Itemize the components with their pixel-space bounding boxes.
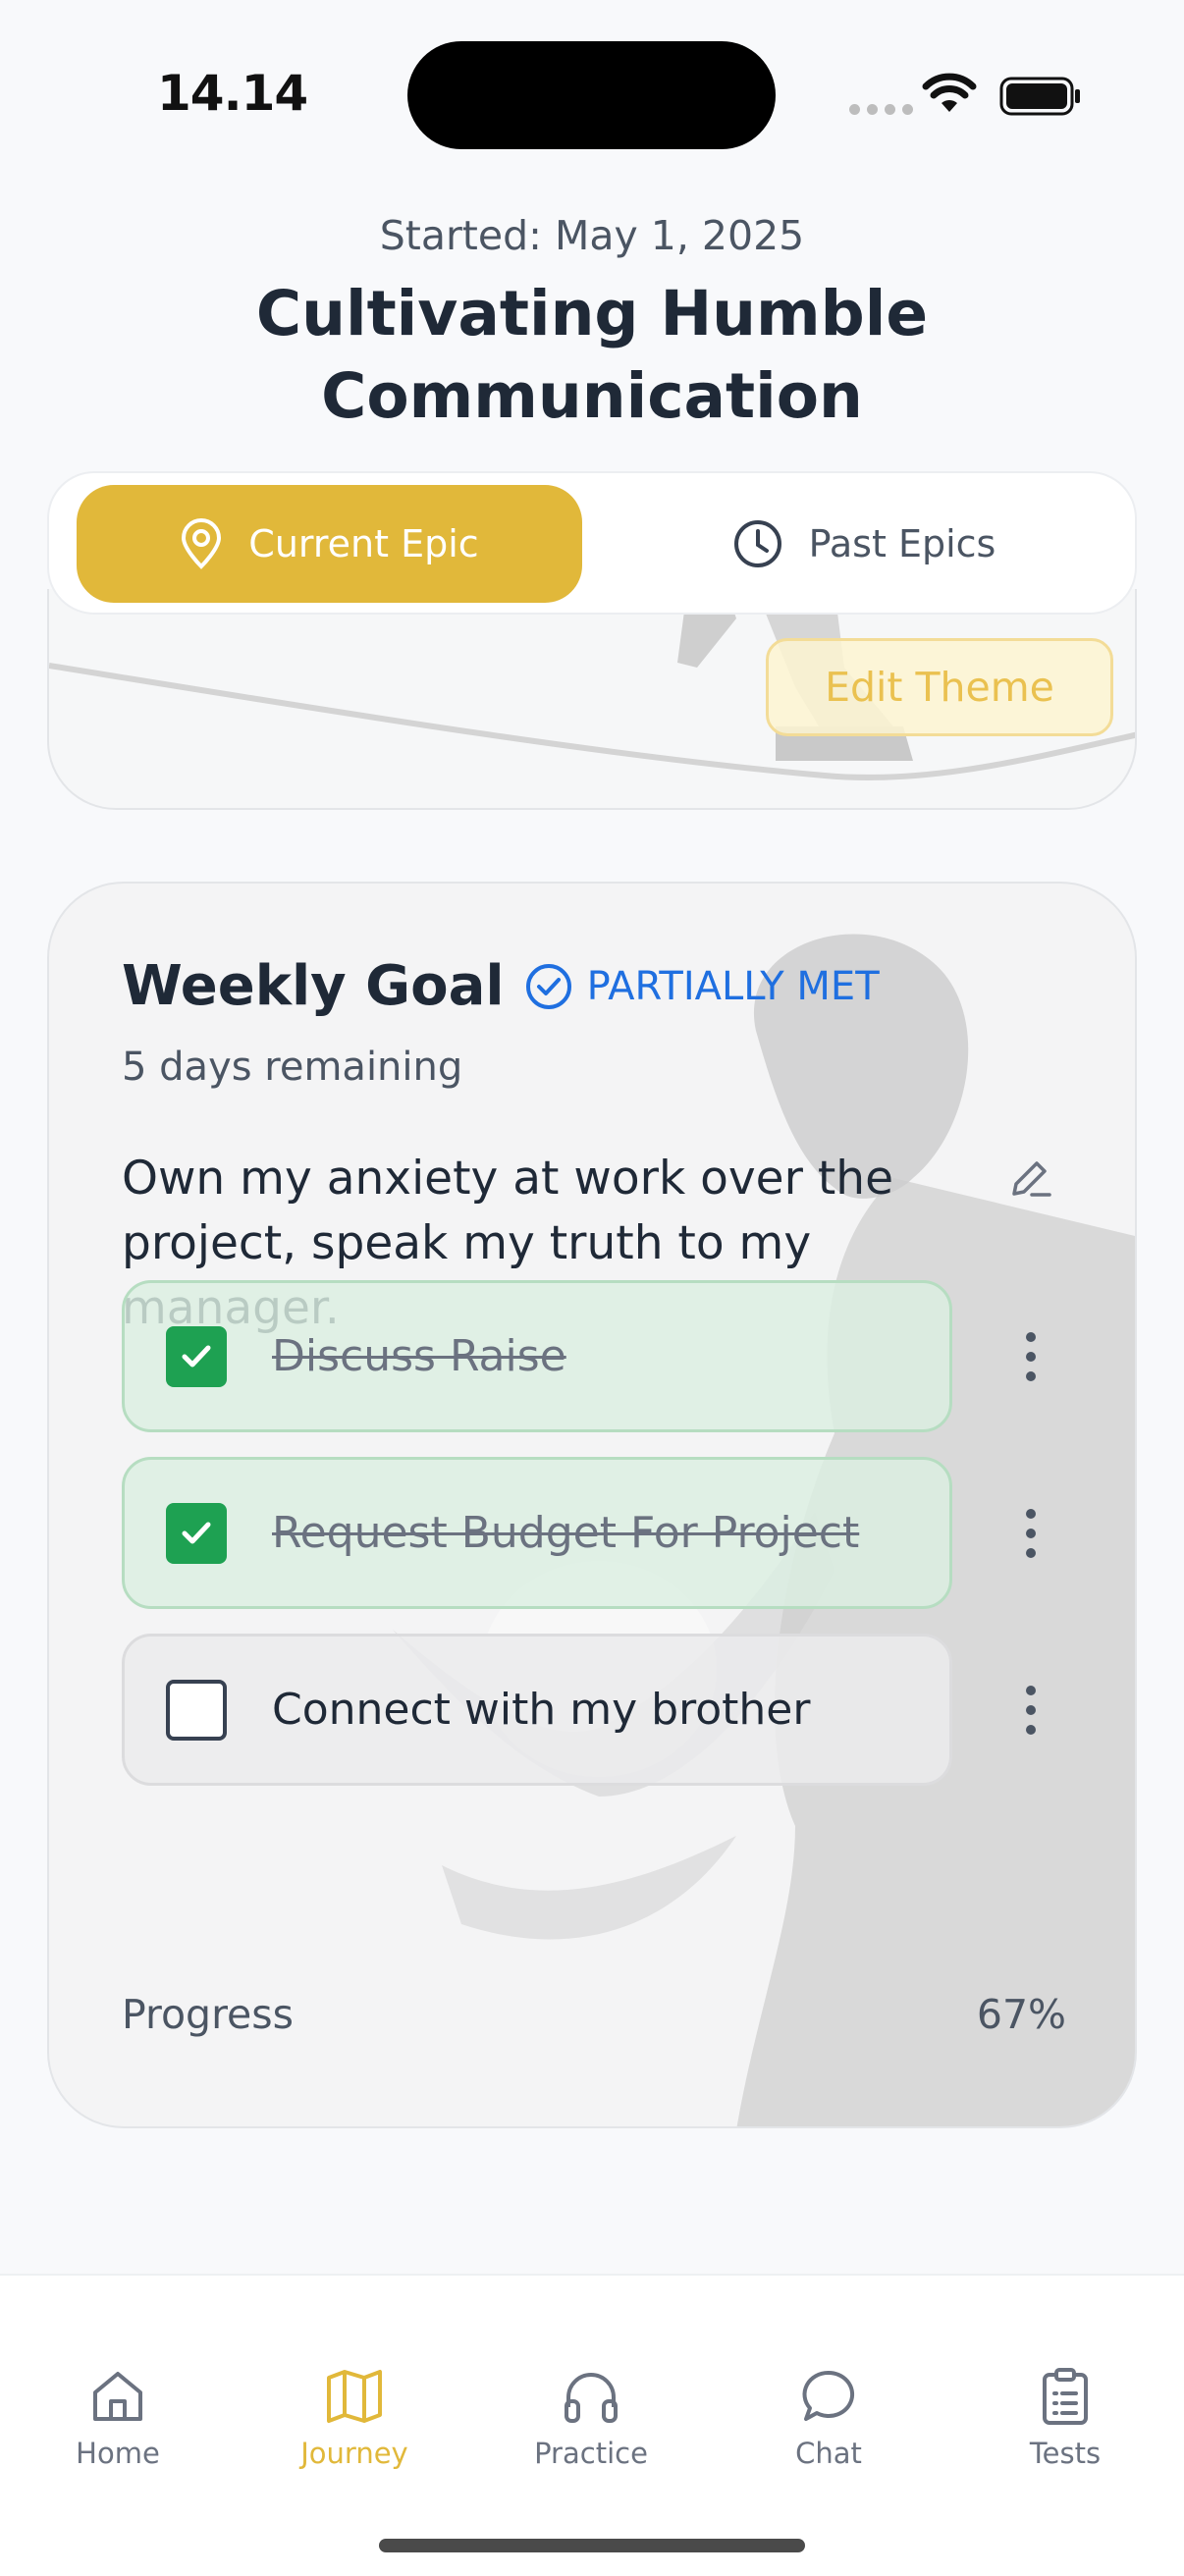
task-label: Request Budget For Project [272, 1508, 860, 1558]
epic-tab-switcher: Current Epic Past Epics [47, 471, 1137, 615]
checkmark-icon [182, 1522, 211, 1543]
task-item[interactable]: Discuss Raise [122, 1280, 952, 1432]
task-item[interactable]: Connect with my brother [122, 1634, 952, 1786]
cellular-signal-icon [849, 104, 913, 115]
goal-title: Weekly Goal [122, 954, 505, 1018]
goal-status-label: PARTIALLY MET [586, 963, 880, 1009]
progress-value: 67% [976, 1991, 1066, 2038]
nav-journey[interactable]: Journey [256, 2366, 453, 2470]
dynamic-island [407, 41, 776, 149]
nav-tests[interactable]: Tests [967, 2366, 1163, 2470]
check-circle-icon [525, 963, 571, 1009]
edit-theme-button[interactable]: Edit Theme [766, 638, 1113, 736]
task-label: Connect with my brother [272, 1685, 811, 1735]
home-icon [93, 2372, 142, 2421]
task-label: Discuss Raise [272, 1331, 566, 1381]
tab-current-epic[interactable]: Current Epic [77, 485, 582, 603]
nav-practice[interactable]: Practice [493, 2366, 689, 2470]
nav-label: Practice [534, 2437, 648, 2470]
nav-label: Tests [1029, 2437, 1102, 2470]
status-time: 14.14 [157, 65, 308, 122]
goal-status-badge: PARTIALLY MET [524, 962, 880, 1011]
headphones-icon [565, 2373, 618, 2423]
task-checkbox[interactable] [166, 1502, 227, 1564]
nav-home[interactable]: Home [20, 2366, 216, 2470]
nav-label: Journey [300, 2437, 408, 2470]
task-checkbox[interactable] [166, 1325, 227, 1387]
battery-icon [999, 77, 1080, 116]
checkmark-icon [182, 1345, 211, 1367]
progress-label: Progress [122, 1991, 294, 2038]
clock-icon [733, 520, 781, 567]
days-remaining: 5 days remaining [122, 1045, 463, 1090]
tab-label: Past Epics [808, 522, 996, 565]
task-more-options-icon[interactable] [1011, 1317, 1050, 1396]
bottom-nav: Home Journey Practice Chat Tests [0, 2274, 1184, 2576]
wifi-icon [922, 73, 977, 112]
goal-header: Weekly Goal PARTIALLY MET [122, 954, 880, 1018]
chat-bubble-icon [802, 2370, 855, 2421]
nav-label: Chat [795, 2437, 862, 2470]
clipboard-icon [1043, 2368, 1088, 2425]
nav-chat[interactable]: Chat [730, 2366, 927, 2470]
task-more-options-icon[interactable] [1011, 1671, 1050, 1749]
nav-label: Home [76, 2437, 160, 2470]
tab-past-epics[interactable]: Past Epics [619, 485, 1109, 603]
task-more-options-icon[interactable] [1011, 1494, 1050, 1573]
home-indicator[interactable] [379, 2539, 805, 2552]
task-item[interactable]: Request Budget For Project [122, 1457, 952, 1609]
edit-pencil-icon[interactable] [1006, 1154, 1055, 1204]
tab-label: Current Epic [248, 522, 479, 565]
epic-title: Cultivating Humble Communication [255, 278, 929, 432]
epic-start-date: Started: May 1, 2025 [379, 212, 805, 259]
theme-card: Edit Theme [47, 589, 1137, 810]
task-checkbox[interactable] [166, 1679, 227, 1741]
map-pin-icon [182, 518, 222, 569]
map-icon [327, 2370, 382, 2423]
weekly-goal-card: Weekly Goal PARTIALLY MET 5 days remaini… [47, 882, 1137, 2128]
